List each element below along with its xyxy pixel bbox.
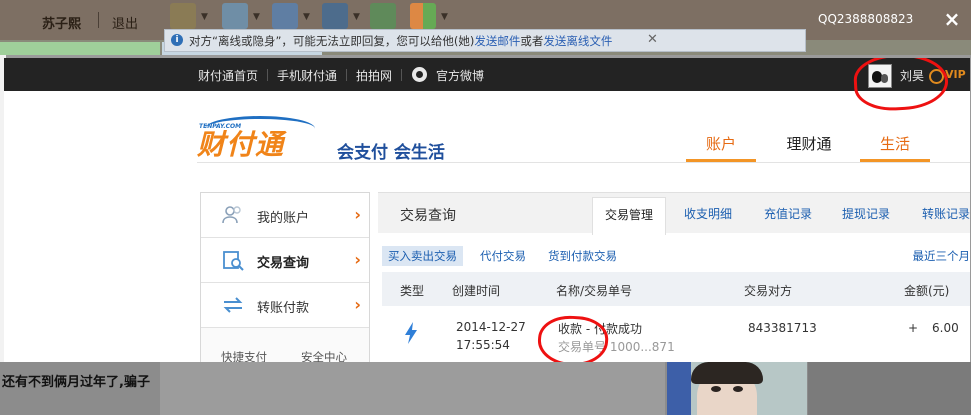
security-center-link[interactable]: 安全中心 — [301, 349, 347, 362]
microphone-icon[interactable] — [170, 3, 196, 29]
notice-close-icon[interactable]: ✕ — [647, 32, 658, 47]
chat-panel — [160, 362, 665, 415]
notice-prefix: 对方“离线或隐身”，可能无法立即回复，您可以给他(她) — [189, 34, 475, 48]
row-counterparty: 843381713 — [748, 321, 817, 335]
offline-notice: i 对方“离线或隐身”，可能无法立即回复，您可以给他(她)发送邮件或者发送离线文… — [164, 29, 806, 52]
photo-eye — [711, 386, 721, 392]
logo-slogan: 会支付 会生活 — [337, 143, 445, 163]
nav-tenpay-home[interactable]: 财付通首页 — [198, 67, 258, 84]
annotation-circle — [852, 58, 950, 113]
weibo-icon[interactable] — [412, 67, 427, 82]
chevron-right-icon: › — [354, 205, 361, 224]
tenpay-logo[interactable]: TENPAY.COM 财付通 会支付 会生活 — [197, 116, 457, 163]
tab-bar: 交易查询 交易管理 收支明细 充值记录 提现记录 转账记录 — [378, 192, 970, 235]
column-header-amount: 金额(元) — [904, 284, 950, 298]
exit-button[interactable]: 退出 — [112, 13, 138, 32]
chevron-right-icon: › — [354, 250, 361, 269]
tab-income-expense[interactable]: 收支明细 — [684, 205, 732, 222]
send-offline-file-link[interactable]: 发送离线文件 — [543, 34, 612, 48]
lightning-icon — [405, 322, 417, 344]
sidebar-item-label: 我的账户 — [257, 211, 310, 226]
row-amount-sign: + — [908, 321, 919, 335]
notice-or: 或者 — [520, 34, 544, 48]
row-amount: 6.00 — [932, 321, 959, 335]
chat-side-panel — [808, 362, 971, 415]
column-header-created-time: 创建时间 — [452, 284, 501, 298]
search-doc-icon — [223, 251, 244, 271]
info-icon: i — [171, 34, 183, 46]
main-nav-wealth[interactable]: 理财通 — [774, 132, 844, 162]
nav-official-weibo[interactable]: 官方微博 — [436, 67, 484, 84]
share-screen-icon[interactable] — [370, 3, 396, 29]
row-date: 2014-12-27 — [456, 320, 526, 334]
chevron-down-icon[interactable]: ▼ — [441, 12, 448, 22]
main-nav-label: 账户 — [705, 135, 736, 153]
sidebar-item-transfer[interactable]: 转账付款 › — [201, 283, 369, 328]
main-nav-account[interactable]: 账户 — [686, 132, 756, 162]
table-header: 类型 创建时间 名称/交易单号 交易对方 金额(元) — [382, 272, 970, 306]
nav-paipai[interactable]: 拍拍网 — [356, 67, 392, 84]
chevron-down-icon[interactable]: ▼ — [353, 12, 360, 22]
divider — [401, 69, 402, 81]
subtab-cash-on-delivery[interactable]: 货到付款交易 — [548, 248, 617, 264]
file-transfer-icon[interactable] — [272, 3, 298, 29]
notice-text: 对方“离线或隐身”，可能无法立即回复，您可以给他(她)发送邮件或者发送离线文件 — [189, 33, 612, 49]
transfer-icon — [223, 297, 243, 313]
vip-badge[interactable]: VIP — [945, 68, 966, 81]
chevron-down-icon[interactable]: ▼ — [303, 12, 310, 22]
recent-three-months-filter[interactable]: 最近三个月 — [913, 248, 971, 264]
logo-brand: 财付通 — [197, 128, 285, 161]
sidebar-item-my-account[interactable]: 我的账户 › — [201, 193, 369, 238]
nav-mobile-tenpay[interactable]: 手机财付通 — [277, 67, 337, 84]
contact-photo — [667, 362, 807, 415]
camera-icon[interactable] — [222, 3, 248, 29]
column-header-type: 类型 — [400, 284, 425, 298]
divider — [98, 12, 99, 28]
photo-hair — [691, 362, 763, 384]
top-nav-bar: 财付通首页 手机财付通 拍拍网 官方微博 刘昊 VIP — [4, 58, 970, 113]
close-button[interactable]: × — [940, 8, 964, 30]
quick-pay-link[interactable]: 快捷支付 — [221, 349, 267, 362]
apps-icon[interactable] — [410, 3, 436, 29]
tab-withdraw-records[interactable]: 提现记录 — [842, 205, 890, 222]
tenpay-popup: 财付通首页 手机财付通 拍拍网 官方微博 刘昊 VIP TENPAY.COM 财… — [4, 58, 970, 362]
qq-username[interactable]: 苏子熙 — [42, 13, 81, 32]
photo-background — [667, 362, 691, 415]
chevron-right-icon: › — [354, 295, 361, 314]
qq-number: QQ2388808823 — [818, 12, 914, 26]
sidebar-item-label: 转账付款 — [257, 301, 310, 316]
remote-desktop-icon[interactable] — [322, 3, 348, 29]
header-divider — [197, 162, 970, 163]
tab-transaction-management[interactable]: 交易管理 — [592, 197, 667, 235]
column-header-counterparty: 交易对方 — [744, 284, 793, 298]
sidebar-item-label: 交易查询 — [257, 256, 310, 271]
column-header-name: 名称/交易单号 — [556, 284, 633, 298]
subtab-proxy-payment[interactable]: 代付交易 — [480, 248, 526, 264]
divider — [267, 69, 268, 81]
qq-tab[interactable] — [0, 42, 160, 55]
chat-message: 还有不到俩月过年了,骗子 — [2, 375, 150, 390]
photo-eye — [733, 386, 743, 392]
main-nav-label: 生活 — [879, 135, 910, 153]
transaction-panel: 交易查询 交易管理 收支明细 充值记录 提现记录 转账记录 买入卖出交易 代付交… — [378, 192, 970, 362]
panel-title: 交易查询 — [400, 208, 456, 224]
chevron-down-icon[interactable]: ▼ — [253, 12, 260, 22]
divider — [346, 69, 347, 81]
row-time: 17:55:54 — [456, 338, 510, 352]
subtab-buy-sell[interactable]: 买入卖出交易 — [382, 246, 463, 266]
tab-transfer-records[interactable]: 转账记录 — [922, 205, 970, 222]
user-icon — [222, 206, 241, 224]
chat-input-area: 还有不到俩月过年了,骗子 — [0, 362, 971, 415]
send-mail-link[interactable]: 发送邮件 — [474, 34, 520, 48]
chevron-down-icon[interactable]: ▼ — [201, 12, 208, 22]
main-nav-label: 理财通 — [786, 135, 832, 153]
main-nav-life[interactable]: 生活 — [860, 132, 930, 162]
tab-recharge-records[interactable]: 充值记录 — [764, 205, 812, 222]
sidebar-item-transaction-query[interactable]: 交易查询 › — [201, 238, 369, 283]
sidebar: 我的账户 › 交易查询 › 转账付款 › 快捷支付 安全中心 — [200, 192, 370, 362]
